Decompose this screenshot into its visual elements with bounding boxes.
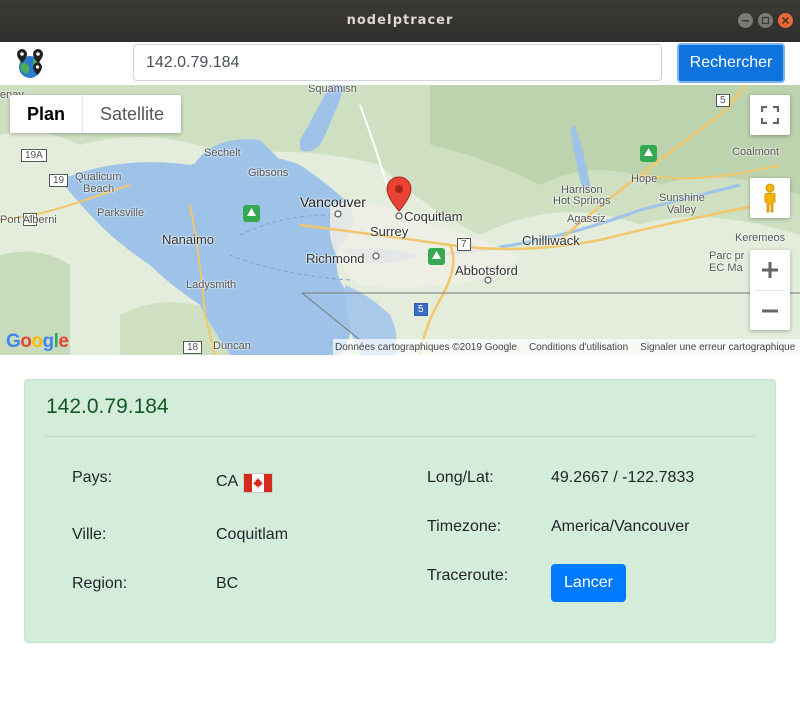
map-label-surrey: Surrey (370, 224, 409, 239)
close-button[interactable] (778, 13, 793, 28)
highway-19-badge: 19 (49, 174, 69, 187)
ip-info-card: 142.0.79.184 Pays: CA Ville: Coquitlam R… (24, 379, 776, 643)
map-label-qualicum: Qualicum (75, 171, 122, 183)
minimize-button[interactable] (738, 13, 753, 28)
maximize-button[interactable] (758, 13, 773, 28)
report-error-link[interactable]: Signaler une erreur cartographique (640, 342, 795, 353)
city-label: Ville: (72, 526, 107, 543)
map-label-ec-ma: EC Ma (709, 262, 743, 274)
app-logo-icon (17, 49, 43, 78)
map-label-parc-pr: Parc pr (709, 250, 745, 262)
map-label-port-alberni: Port Alberni (0, 214, 57, 226)
search-button[interactable]: Rechercher (677, 43, 785, 83)
map-label-keremeos: Keremeos (735, 232, 786, 244)
toolbar: Rechercher (0, 42, 800, 85)
timezone-label: Timezone: (427, 518, 502, 535)
canada-flag-icon (243, 473, 273, 493)
zoom-control (750, 250, 790, 330)
highway-19a-badge: 19A (21, 149, 47, 162)
map-label-agassiz: Agassiz (567, 213, 606, 225)
map-label-parksville: Parksville (97, 207, 145, 219)
map-label-ladysmith: Ladysmith (186, 279, 237, 291)
longlat-value: 49.2667 / -122.7833 (551, 469, 695, 486)
maximize-icon (761, 16, 770, 25)
fullscreen-icon (761, 106, 779, 124)
zoom-in-button[interactable] (750, 250, 790, 290)
map-label-valley: Valley (667, 204, 697, 216)
map-label-abbotsford: Abbotsford (455, 263, 518, 278)
card-divider (45, 436, 755, 437)
map-attribution: Données cartographiques ©2019 Google Con… (333, 339, 800, 355)
fullscreen-button[interactable] (750, 95, 790, 135)
map-label-richmond: Richmond (306, 251, 365, 266)
park-icon (640, 145, 657, 162)
map-label-hot-springs: Hot Springs (553, 195, 611, 207)
close-icon (782, 17, 789, 24)
highway-18-badge: 18 (183, 341, 203, 354)
minimize-icon (742, 20, 749, 22)
map-label-sunshine: Sunshine (659, 192, 705, 204)
interstate-5-badge: 5 (414, 303, 428, 316)
longlat-label: Long/Lat: (427, 469, 494, 486)
map-label-sechelt: Sechelt (204, 147, 241, 159)
ip-search-input[interactable] (133, 44, 662, 81)
minus-icon (762, 309, 778, 312)
highway-5-badge: 5 (716, 94, 730, 107)
terms-link[interactable]: Conditions d'utilisation (529, 342, 628, 353)
map-type-toggle: Plan Satellite (10, 95, 182, 133)
map-label-nanaimo: Nanaimo (162, 232, 215, 247)
park-icon (428, 248, 445, 265)
map-label-duncan: Duncan (213, 340, 251, 352)
map[interactable]: 19A 19 4 18 5 7 5 enay Squamish Sechelt … (0, 85, 800, 355)
city-value: Coquitlam (216, 526, 289, 543)
park-icon (243, 205, 260, 222)
ip-heading: 142.0.79.184 (46, 395, 169, 418)
plus-icon (762, 262, 778, 278)
map-label-beach: Beach (83, 183, 115, 195)
pegman-icon (764, 183, 776, 213)
map-data-credit: Données cartographiques ©2019 Google (335, 341, 517, 353)
map-label-squamish: Squamish (308, 85, 357, 95)
map-label-vancouver: Vancouver (300, 194, 366, 210)
country-value: CA (216, 473, 239, 490)
map-label-chilliwack: Chilliwack (522, 233, 580, 248)
map-label-hope: Hope (631, 173, 658, 185)
region-label: Region: (72, 575, 128, 592)
zoom-out-button[interactable] (750, 291, 790, 330)
map-label-coquitlam: Coquitlam (404, 209, 463, 224)
window-titlebar: nodeIptracer (0, 0, 800, 42)
map-type-satellite-button[interactable]: Satellite (83, 95, 181, 133)
map-type-plan-button[interactable]: Plan (10, 95, 82, 133)
traceroute-launch-button[interactable]: Lancer (551, 564, 626, 602)
highway-7-badge: 7 (457, 238, 471, 251)
map-label-gibsons: Gibsons (248, 167, 289, 179)
map-label-coalmont: Coalmont (732, 146, 780, 158)
country-label: Pays: (72, 469, 113, 486)
window-title: nodeIptracer (346, 13, 454, 28)
traceroute-label: Traceroute: (427, 567, 509, 584)
timezone-value: America/Vancouver (551, 518, 690, 535)
google-logo[interactable]: Google (6, 331, 69, 353)
region-value: BC (216, 575, 239, 592)
street-view-button[interactable] (750, 178, 790, 218)
